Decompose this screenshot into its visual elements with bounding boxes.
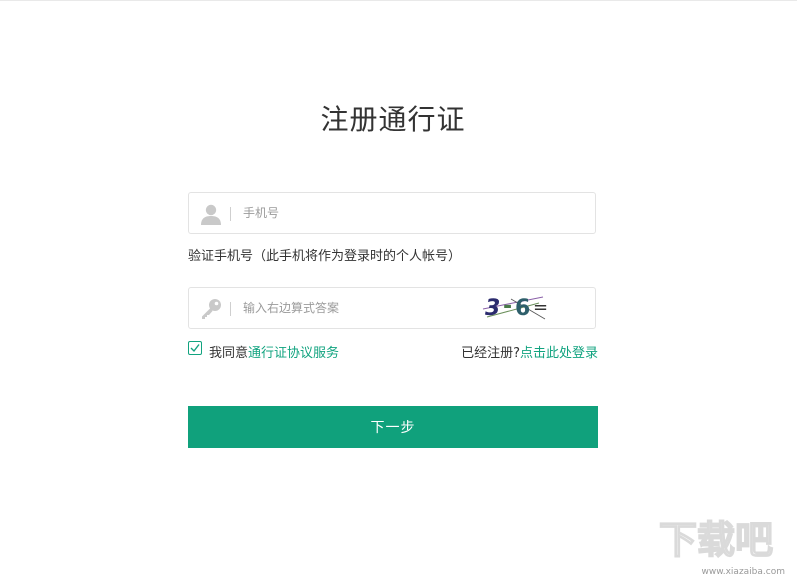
svg-text:-: - bbox=[503, 294, 512, 319]
register-page: 注册通行证 验证手机号（此手机将作为登录时的个人帐号） bbox=[0, 0, 797, 579]
captcha-field[interactable]: 3 - 6 = bbox=[188, 287, 596, 329]
captcha-input[interactable] bbox=[243, 288, 463, 328]
user-icon bbox=[199, 202, 223, 226]
watermark-url: www.xiazaiba.com bbox=[701, 567, 785, 577]
svg-text:3: 3 bbox=[485, 296, 500, 321]
agree-prefix: 我同意 bbox=[209, 346, 249, 361]
field-separator bbox=[230, 302, 231, 316]
next-button[interactable]: 下一步 bbox=[188, 406, 598, 448]
phone-input[interactable] bbox=[243, 193, 583, 233]
svg-text:6: 6 bbox=[515, 296, 530, 321]
check-icon bbox=[190, 344, 200, 353]
login-prefix: 已经注册? bbox=[461, 346, 520, 361]
login-prompt: 已经注册?点击此处登录 bbox=[461, 342, 598, 361]
agreement-link[interactable]: 通行证协议服务 bbox=[248, 346, 339, 361]
field-separator bbox=[230, 207, 231, 221]
top-divider bbox=[0, 0, 797, 1]
agree-label: 我同意通行证协议服务 bbox=[209, 342, 339, 361]
login-link[interactable]: 点击此处登录 bbox=[520, 346, 598, 361]
key-icon bbox=[199, 297, 223, 321]
watermark-text: 下载吧 bbox=[659, 518, 773, 562]
captcha-image[interactable]: 3 - 6 = bbox=[481, 289, 561, 327]
agree-checkbox[interactable] bbox=[188, 341, 202, 355]
page-title: 注册通行证 bbox=[320, 103, 466, 136]
phone-hint: 验证手机号（此手机将作为登录时的个人帐号） bbox=[188, 249, 462, 264]
watermark-logo: 下载吧 bbox=[651, 509, 791, 569]
svg-text:=: = bbox=[533, 297, 548, 318]
agreement-row: 我同意通行证协议服务 已经注册?点击此处登录 bbox=[188, 341, 598, 361]
phone-field[interactable] bbox=[188, 192, 596, 234]
